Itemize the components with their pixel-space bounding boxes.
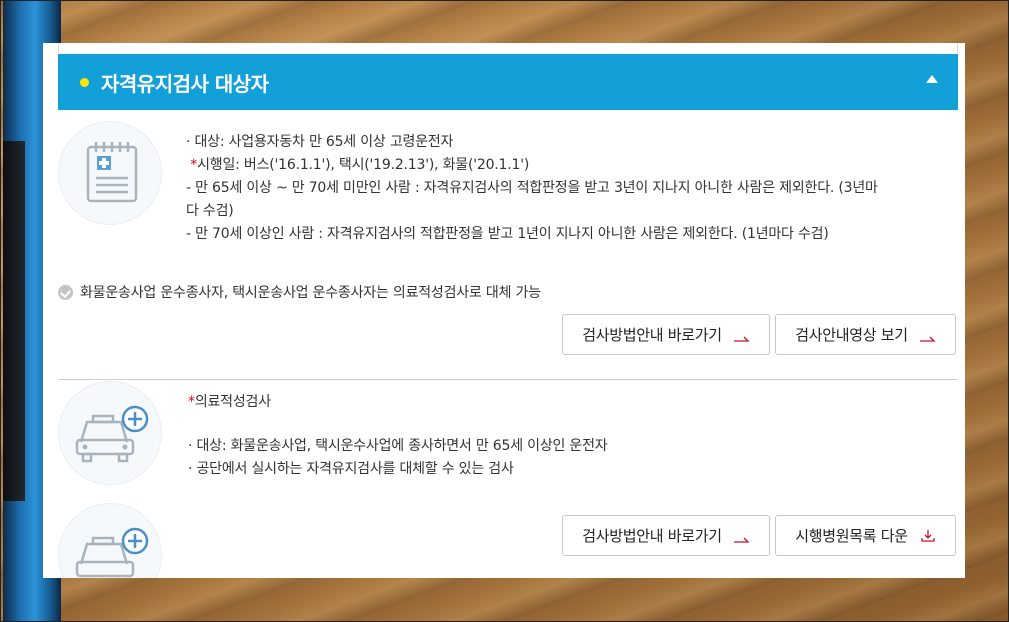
eligibility-text: · 대상: 사업용자동차 만 65세 이상 고령운전자 *시행일: 버스('16…: [186, 131, 878, 246]
eligibility-line-4: 다 수검): [186, 203, 234, 219]
eligibility-line-1: · 대상: 사업용자동차 만 65세 이상 고령운전자: [186, 134, 454, 150]
medical-aptitude-title-text: 의료적성검사: [194, 394, 271, 410]
test-method-guide-button-2[interactable]: 검사방법안내 바로가기: [562, 515, 770, 556]
medical-aptitude-text: *의료적성검사 · 대상: 화물운송사업, 택시운수사업에 종사하면서 만 65…: [188, 391, 608, 481]
arrow-right-icon: [733, 330, 750, 342]
card-top-border: [58, 43, 958, 53]
required-asterisk: *: [188, 394, 195, 410]
test-guide-video-label: 검사안내영상 보기: [795, 326, 908, 344]
medical-aptitude-line-2: · 공단에서 실시하는 자격유지검사를 대체할 수 있는 검사: [188, 461, 514, 477]
test-method-guide-label: 검사방법안내 바로가기: [582, 326, 722, 344]
collapse-toggle-icon[interactable]: [926, 75, 938, 83]
substitution-note-text: 화물운송사업 운수종사자, 택시운송사업 운수종사자는 의료적성검사로 대체 가…: [80, 285, 541, 301]
eligibility-line-3: - 만 65세 이상 ~ 만 70세 미만인 사람 : 자격유지검사의 적합판정…: [186, 180, 878, 196]
download-icon: [920, 529, 936, 543]
section-header[interactable]: 자격유지검사 대상자: [58, 54, 958, 110]
section-title: 자격유지검사 대상자: [101, 71, 269, 96]
hospital-list-download-button[interactable]: 시행병원목록 다운: [775, 515, 956, 556]
clipboard-medical-icon: [58, 121, 162, 225]
arrow-right-icon: [733, 531, 750, 543]
medical-aptitude-title: *의료적성검사: [188, 391, 607, 414]
background-dark-strip: [3, 141, 25, 501]
section-divider: [58, 379, 958, 380]
taxi-medical-icon: [58, 503, 162, 578]
effective-date-text: 시행일: 버스('16.1.1'), 택시('19.2.13'), 화물('20…: [197, 157, 530, 173]
medical-aptitude-line-1: · 대상: 화물운송사업, 택시운수사업에 종사하면서 만 65세 이상인 운전…: [188, 438, 608, 454]
effective-date-line: *시행일: 버스('16.1.1'), 택시('19.2.13'), 화물('2…: [186, 154, 878, 177]
check-circle-icon: [58, 284, 73, 300]
content-card: 자격유지검사 대상자 · 대상: 사업용자동차 만 65세 이상 고령운전자 *…: [43, 43, 965, 578]
test-method-guide-button[interactable]: 검사방법안내 바로가기: [562, 314, 770, 355]
taxi-medical-icon: [58, 381, 162, 485]
test-guide-video-button[interactable]: 검사안내영상 보기: [775, 314, 956, 355]
test-method-guide-label: 검사방법안내 바로가기: [582, 527, 722, 545]
substitution-note: 화물운송사업 운수종사자, 택시운송사업 운수종사자는 의료적성검사로 대체 가…: [58, 282, 541, 302]
bullet-dot-icon: [80, 77, 89, 87]
eligibility-line-5: - 만 70세 이상인 사람 : 자격유지검사의 적합판정을 받고 1년이 지나…: [186, 226, 829, 242]
hospital-list-download-label: 시행병원목록 다운: [795, 527, 908, 545]
arrow-right-icon: [919, 330, 936, 342]
